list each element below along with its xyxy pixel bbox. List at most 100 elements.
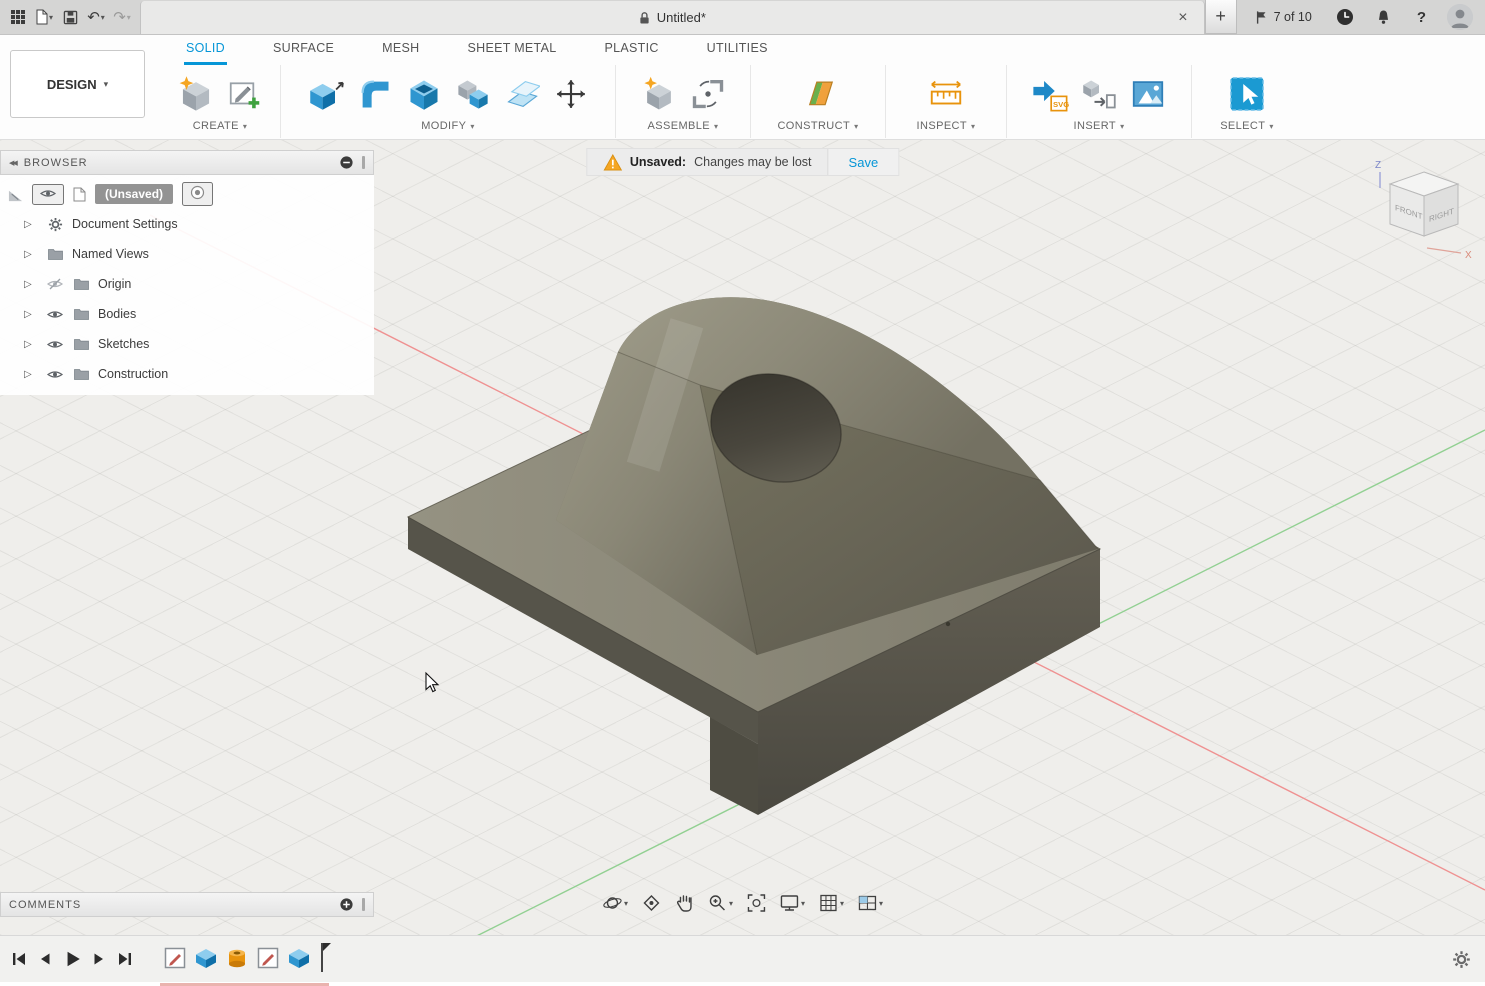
job-status-button[interactable]: 7 of 10 xyxy=(1249,9,1318,26)
browser-item-origin[interactable]: ▷ Origin xyxy=(0,269,374,299)
modify-menu-button[interactable]: MODIFY▾ xyxy=(417,118,479,134)
select-menu-button[interactable]: SELECT▾ xyxy=(1216,118,1278,134)
canvas-button[interactable] xyxy=(1126,71,1170,117)
timeline-feature-extrude1[interactable] xyxy=(193,945,219,971)
visibility-toggle[interactable] xyxy=(46,339,64,350)
zoom-button[interactable]: ▾ xyxy=(705,891,735,915)
play-button[interactable] xyxy=(60,947,84,971)
caret-down-icon: ▾ xyxy=(101,13,105,22)
insert-menu-button[interactable]: INSERT▾ xyxy=(1070,118,1129,134)
comments-expand-button[interactable] xyxy=(339,897,354,912)
shell-button[interactable] xyxy=(402,71,446,117)
new-body-button[interactable] xyxy=(174,71,218,117)
display-settings-button[interactable]: ▾ xyxy=(777,891,807,915)
timeline-position-marker[interactable] xyxy=(317,941,333,975)
save-link-button[interactable]: Save xyxy=(828,149,899,175)
tab-mesh[interactable]: MESH xyxy=(358,35,443,65)
tab-utilities[interactable]: UTILITIES xyxy=(683,35,792,65)
derive-button[interactable] xyxy=(1077,71,1121,117)
radio-target-icon xyxy=(190,185,205,200)
disclosure-icon[interactable]: ▷ xyxy=(24,309,38,320)
pan-button[interactable] xyxy=(672,891,696,915)
activate-component-radio[interactable] xyxy=(182,182,213,206)
document-tab[interactable]: Untitled* × xyxy=(140,1,1205,34)
timeline-bar xyxy=(0,935,1485,982)
visibility-toggle[interactable] xyxy=(46,278,64,290)
step-forward-button[interactable] xyxy=(88,948,110,970)
new-component-button[interactable] xyxy=(637,71,681,117)
combine-button[interactable] xyxy=(451,71,495,117)
construct-menu-button[interactable]: CONSTRUCT▾ xyxy=(773,118,862,134)
panel-resize-handle[interactable] xyxy=(362,156,365,169)
notifications-button[interactable] xyxy=(1372,4,1396,30)
root-document-label[interactable]: (Unsaved) xyxy=(95,184,173,204)
measure-button[interactable] xyxy=(924,71,968,117)
user-avatar[interactable] xyxy=(1447,4,1473,30)
skip-to-end-button[interactable] xyxy=(114,948,136,970)
tab-surface[interactable]: SURFACE xyxy=(249,35,358,65)
browser-item-named-views[interactable]: ▷ Named Views xyxy=(0,239,374,269)
disclosure-icon[interactable]: ▷ xyxy=(24,369,38,380)
timeline-feature-hole[interactable] xyxy=(224,945,250,971)
inspect-menu-button[interactable]: INSPECT▾ xyxy=(913,118,980,134)
tab-sheet-metal[interactable]: SHEET METAL xyxy=(443,35,580,65)
move-copy-button[interactable] xyxy=(549,71,593,117)
press-pull-button[interactable] xyxy=(304,71,348,117)
workspace-switcher-button[interactable]: DESIGN ▾ xyxy=(10,50,145,118)
close-document-button[interactable]: × xyxy=(1172,1,1193,34)
browser-item-sketches[interactable]: ▷ Sketches xyxy=(0,329,374,359)
bell-icon xyxy=(1376,9,1391,25)
timeline-settings-button[interactable] xyxy=(1438,950,1485,969)
help-button[interactable]: ? xyxy=(1411,8,1432,27)
extension-manager-button[interactable] xyxy=(1333,4,1357,30)
caret-down-icon: ▾ xyxy=(127,13,131,22)
save-button[interactable] xyxy=(58,4,82,30)
browser-item-construction[interactable]: ▷ Construction xyxy=(0,359,374,389)
undo-button[interactable]: ↶ ▾ xyxy=(84,4,108,30)
disclosure-icon[interactable]: ▷ xyxy=(24,249,38,260)
browser-minimize-button[interactable] xyxy=(339,155,354,170)
disclosure-icon[interactable]: ▷ xyxy=(24,279,38,290)
folder-icon xyxy=(72,278,90,290)
collapse-browser-button[interactable]: ◀◀ xyxy=(9,159,16,167)
app-grid-button[interactable] xyxy=(6,4,30,30)
redo-button[interactable]: ↷ ▾ xyxy=(110,4,134,30)
document-title: Untitled* xyxy=(657,10,706,25)
grid-settings-button[interactable]: ▾ xyxy=(816,891,846,915)
browser-item-label: Origin xyxy=(98,277,131,291)
timeline-feature-sketch2[interactable] xyxy=(255,945,281,971)
warning-icon xyxy=(603,154,622,171)
orbit-button[interactable]: ▾ xyxy=(600,891,630,915)
skip-to-start-button[interactable] xyxy=(8,948,30,970)
offset-face-button[interactable] xyxy=(500,71,544,117)
disclosure-icon[interactable]: ▷ xyxy=(24,219,38,230)
browser-root-row[interactable]: (Unsaved) xyxy=(0,179,374,209)
viewport[interactable]: Unsaved: Changes may be lost Save ◀◀ BRO… xyxy=(0,140,1485,935)
assemble-menu-button[interactable]: ASSEMBLE▾ xyxy=(644,118,723,134)
visibility-toggle[interactable] xyxy=(46,369,64,380)
browser-item-document-settings[interactable]: ▷ Document Settings xyxy=(0,209,374,239)
fit-button[interactable] xyxy=(744,891,768,915)
timeline-feature-extrude2[interactable] xyxy=(286,945,312,971)
tab-solid[interactable]: SOLID xyxy=(162,35,249,65)
file-menu-button[interactable]: ▾ xyxy=(32,4,56,30)
visibility-toggle[interactable] xyxy=(46,309,64,320)
look-at-button[interactable] xyxy=(639,891,663,915)
disclosure-icon[interactable]: ▷ xyxy=(24,339,38,350)
insert-svg-button[interactable]: SVG xyxy=(1028,71,1072,117)
create-menu-button[interactable]: CREATE▾ xyxy=(189,118,252,134)
joint-button[interactable] xyxy=(686,71,730,117)
viewports-button[interactable]: ▾ xyxy=(855,891,885,915)
tab-plastic[interactable]: PLASTIC xyxy=(580,35,682,65)
view-cube[interactable]: Z FRONT RIGHT X xyxy=(1369,154,1479,277)
panel-resize-handle[interactable] xyxy=(362,898,365,911)
select-button[interactable] xyxy=(1225,71,1269,117)
new-document-tab-button[interactable]: + xyxy=(1205,0,1237,34)
create-sketch-button[interactable] xyxy=(223,71,267,117)
browser-item-bodies[interactable]: ▷ Bodies xyxy=(0,299,374,329)
root-visibility-toggle[interactable] xyxy=(32,184,64,205)
step-backward-button[interactable] xyxy=(34,948,56,970)
timeline-feature-sketch1[interactable] xyxy=(162,945,188,971)
fillet-button[interactable] xyxy=(353,71,397,117)
construction-plane-button[interactable] xyxy=(796,71,840,117)
